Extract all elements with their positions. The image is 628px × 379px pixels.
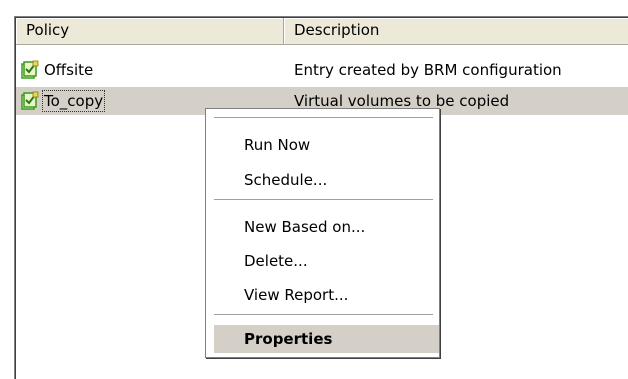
menu-item-run-now[interactable]: Run Now (206, 131, 439, 159)
policy-cell: Offsite (16, 60, 284, 80)
menu-item-properties[interactable]: Properties (214, 325, 439, 353)
menu-separator (214, 117, 433, 119)
column-header-policy[interactable]: Policy (16, 18, 284, 45)
menu-item-view-report[interactable]: View Report... (206, 281, 439, 309)
list-header: Policy Description (16, 18, 628, 45)
menu-item-new-based-on[interactable]: New Based on... (206, 213, 439, 241)
policy-name: Offsite (44, 61, 94, 79)
column-header-description[interactable]: Description (284, 18, 628, 45)
policy-icon (20, 60, 40, 80)
list-item[interactable]: Offsite Entry created by BRM configurati… (16, 56, 628, 84)
policy-name: To_copy (41, 90, 106, 112)
policy-icon (20, 91, 40, 111)
menu-item-delete[interactable]: Delete... (206, 247, 439, 275)
menu-item-schedule[interactable]: Schedule... (206, 166, 439, 194)
context-menu: Run Now Schedule... New Based on... Dele… (205, 108, 440, 358)
menu-separator (214, 314, 433, 316)
policy-description: Entry created by BRM configuration (294, 61, 562, 79)
menu-separator (214, 199, 433, 201)
window-frame: Policy Description Offsite Entry created… (0, 0, 628, 379)
